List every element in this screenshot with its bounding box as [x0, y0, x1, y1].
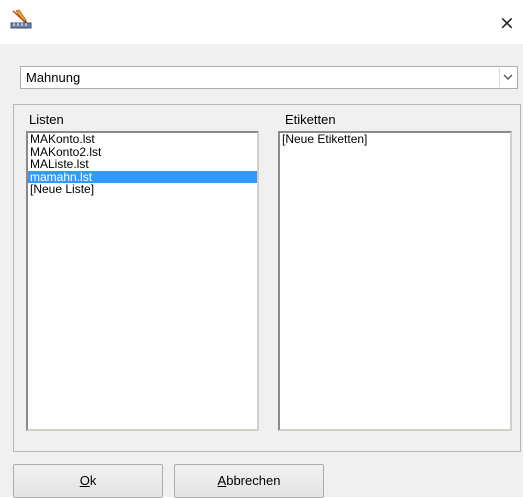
list-item[interactable]: [Neue Liste] — [28, 183, 257, 196]
labels-label: Etiketten — [285, 112, 336, 127]
lists-label: Listen — [29, 112, 64, 127]
ok-button[interactable]: Ok — [13, 464, 163, 498]
print-type-dropdown[interactable]: Mahnung — [20, 66, 518, 89]
list-item[interactable]: MAKonto.lst — [28, 133, 257, 146]
cancel-label-rest: bbrechen — [226, 473, 281, 488]
close-button[interactable]: × — [496, 12, 518, 34]
dialog-client: Mahnung Listen Etiketten MAKonto.lst MAK… — [0, 44, 523, 498]
ok-label-rest: k — [89, 473, 97, 488]
pencil-ruler-app-icon — [10, 8, 32, 30]
lists-listbox[interactable]: MAKonto.lst MAKonto2.lst MAListe.lst mam… — [26, 131, 259, 431]
dropdown-toggle-button[interactable] — [499, 68, 516, 87]
list-item[interactable]: MAListe.lst — [28, 158, 257, 171]
cancel-mnemonic: A — [217, 473, 227, 488]
dropdown-selected-value: Mahnung — [26, 70, 81, 85]
title-bar: × — [0, 0, 523, 44]
list-item[interactable]: [Neue Etiketten] — [280, 133, 510, 146]
ok-mnemonic: O — [79, 473, 90, 488]
cancel-button[interactable]: Abbrechen — [174, 464, 324, 498]
labels-listbox[interactable]: [Neue Etiketten] — [278, 131, 512, 431]
